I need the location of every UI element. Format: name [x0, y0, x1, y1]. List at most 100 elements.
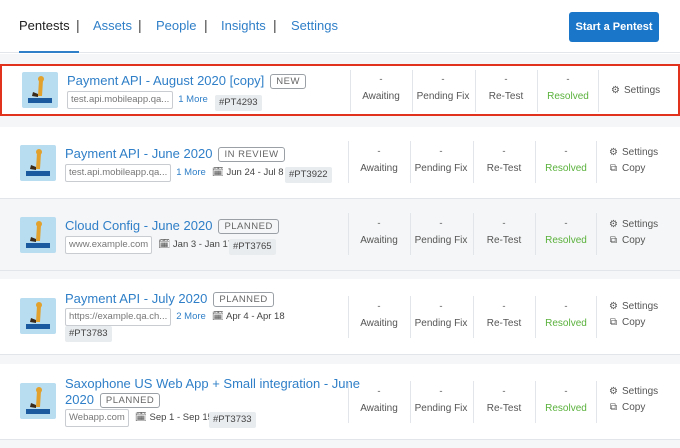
- tab-assets[interactable]: Assets: [93, 18, 132, 33]
- card-actions: ⚙ Settings ⧉ Copy: [608, 384, 658, 416]
- active-tab-indicator: [19, 51, 79, 53]
- pentest-card[interactable]: Payment API - August 2020 [copy] NEW test…: [0, 64, 680, 116]
- gear-icon: ⚙: [609, 386, 618, 397]
- date-range: 🗓︎ Apr 4 - Apr 18: [211, 311, 285, 322]
- pentest-meta: test.api.mobileapp.qa... 1 More: [67, 91, 208, 109]
- pentest-code-row: #PT3783: [65, 326, 112, 342]
- pentest-code-row: #PT3922: [285, 167, 332, 183]
- asset-chip[interactable]: Webapp.com: [65, 409, 129, 427]
- list-spacer: [0, 355, 680, 364]
- pentest-card[interactable]: Cloud Config - June 2020 PLANNED www.exam…: [0, 199, 680, 271]
- pentest-meta: www.example.com 🗓︎ Jan 3 - Jan 17: [65, 236, 233, 254]
- pentest-code: #PT3733: [209, 412, 256, 428]
- copy-icon: ⧉: [609, 317, 618, 328]
- more-assets-link[interactable]: 1 More: [178, 94, 208, 105]
- pentest-title-line2[interactable]: 2020 PLANNED: [65, 392, 161, 408]
- pentest-meta: test.api.mobileapp.qa... 1 More 🗓︎ Jun 24 …: [65, 164, 284, 182]
- pentest-meta: Webapp.com 🗓︎ Sep 1 - Sep 15: [65, 409, 213, 427]
- tab-insights[interactable]: Insights: [221, 18, 266, 33]
- nav-separator: |: [204, 17, 208, 33]
- gear-icon: ⚙: [609, 219, 618, 230]
- date-range: 🗓︎ Jan 3 - Jan 17: [158, 239, 234, 250]
- stat-retest: - Re-Test: [488, 74, 524, 102]
- stat-pending-fix: - Pending Fix: [416, 74, 470, 102]
- stat-resolved: - Resolved: [545, 301, 587, 329]
- stat-resolved: - Resolved: [545, 386, 587, 414]
- pentest-code: #PT3922: [285, 167, 332, 183]
- tab-settings[interactable]: Settings: [291, 18, 338, 33]
- divider: [596, 296, 597, 338]
- stat-awaiting: - Awaiting: [360, 218, 398, 246]
- card-actions: ⚙ Settings ⧉ Copy: [608, 217, 658, 249]
- list-spacer: [0, 54, 680, 64]
- calendar-icon: 🗓︎: [134, 412, 147, 423]
- list-spacer: [0, 116, 680, 127]
- pentest-title[interactable]: Payment API - June 2020 IN REVIEW: [65, 146, 285, 162]
- nav-separator: |: [76, 17, 80, 33]
- divider: [598, 70, 599, 112]
- divider: [596, 141, 597, 183]
- pentest-code: #PT3783: [65, 326, 112, 342]
- status-badge: PLANNED: [213, 292, 274, 307]
- card-actions: ⚙ Settings ⧉ Copy: [608, 299, 658, 331]
- pentest-title[interactable]: Payment API - July 2020 PLANNED: [65, 291, 274, 307]
- asset-chip[interactable]: test.api.mobileapp.qa...: [65, 164, 172, 182]
- copy-action[interactable]: ⧉ Copy: [608, 315, 658, 331]
- nav-separator: |: [273, 17, 277, 33]
- calendar-icon: 🗓︎: [158, 239, 171, 250]
- tab-people[interactable]: People: [156, 18, 196, 33]
- stat-retest: - Re-Test: [486, 146, 522, 174]
- copy-action[interactable]: ⧉ Copy: [608, 400, 658, 416]
- more-assets-link[interactable]: 2 More: [176, 311, 206, 322]
- gear-icon: ⚙: [611, 85, 620, 96]
- stat-retest: - Re-Test: [486, 301, 522, 329]
- gear-icon: ⚙: [609, 147, 618, 158]
- pentest-card[interactable]: Saxophone US Web App + Small integration…: [0, 364, 680, 440]
- stat-resolved: - Resolved: [545, 146, 587, 174]
- settings-action[interactable]: ⚙ Settings: [608, 384, 658, 400]
- card-actions: ⚙ Settings ⧉ Copy: [608, 145, 658, 177]
- stat-retest: - Re-Test: [486, 218, 522, 246]
- calendar-icon: 🗓︎: [211, 167, 224, 178]
- stat-awaiting: - Awaiting: [360, 146, 398, 174]
- pentest-code: #PT3765: [229, 239, 276, 255]
- settings-action[interactable]: ⚙ Settings: [608, 299, 658, 315]
- pentest-card[interactable]: Payment API - June 2020 IN REVIEW test.ap…: [0, 127, 680, 199]
- copy-action[interactable]: ⧉ Copy: [608, 161, 658, 177]
- asset-chip[interactable]: test.api.mobileapp.qa...: [67, 91, 174, 109]
- date-range: 🗓︎ Sep 1 - Sep 15: [134, 412, 213, 423]
- top-nav: Pentests | Assets | People | Insights | …: [0, 0, 680, 53]
- pentest-title[interactable]: Saxophone US Web App + Small integration…: [65, 376, 360, 392]
- pentest-title[interactable]: Payment API - August 2020 [copy] NEW: [67, 73, 306, 89]
- pentest-title[interactable]: Cloud Config - June 2020 PLANNED: [65, 218, 279, 234]
- pentest-thumbnail: [20, 298, 56, 334]
- list-spacer: [0, 440, 680, 448]
- divider: [596, 381, 597, 423]
- stat-resolved: - Resolved: [545, 218, 587, 246]
- nav-separator: |: [138, 17, 142, 33]
- tab-pentests[interactable]: Pentests: [19, 18, 70, 33]
- status-badge: NEW: [270, 74, 306, 89]
- list-spacer: [0, 271, 680, 279]
- start-pentest-button[interactable]: Start a Pentest: [569, 12, 659, 42]
- pentest-card[interactable]: Payment API - July 2020 PLANNED https://e…: [0, 279, 680, 355]
- copy-icon: ⧉: [609, 163, 618, 174]
- divider: [596, 213, 597, 255]
- status-badge: PLANNED: [218, 219, 279, 234]
- copy-action[interactable]: ⧉ Copy: [608, 233, 658, 249]
- settings-action[interactable]: ⚙ Settings: [608, 145, 658, 161]
- copy-icon: ⧉: [609, 402, 618, 413]
- asset-chip[interactable]: www.example.com: [65, 236, 153, 254]
- stat-pending-fix: - Pending Fix: [414, 386, 468, 414]
- card-actions: ⚙ Settings: [610, 83, 660, 99]
- stat-awaiting: - Awaiting: [360, 386, 398, 414]
- asset-chip[interactable]: https://example.qa.ch...: [65, 308, 172, 326]
- settings-action[interactable]: ⚙ Settings: [608, 217, 658, 233]
- settings-action[interactable]: ⚙ Settings: [610, 83, 660, 99]
- more-assets-link[interactable]: 1 More: [176, 167, 206, 178]
- stat-pending-fix: - Pending Fix: [414, 218, 468, 246]
- pentest-code-row: #PT3765: [229, 239, 276, 255]
- pentest-thumbnail: [20, 145, 56, 181]
- stat-resolved: - Resolved: [547, 74, 589, 102]
- status-badge: IN REVIEW: [218, 147, 285, 162]
